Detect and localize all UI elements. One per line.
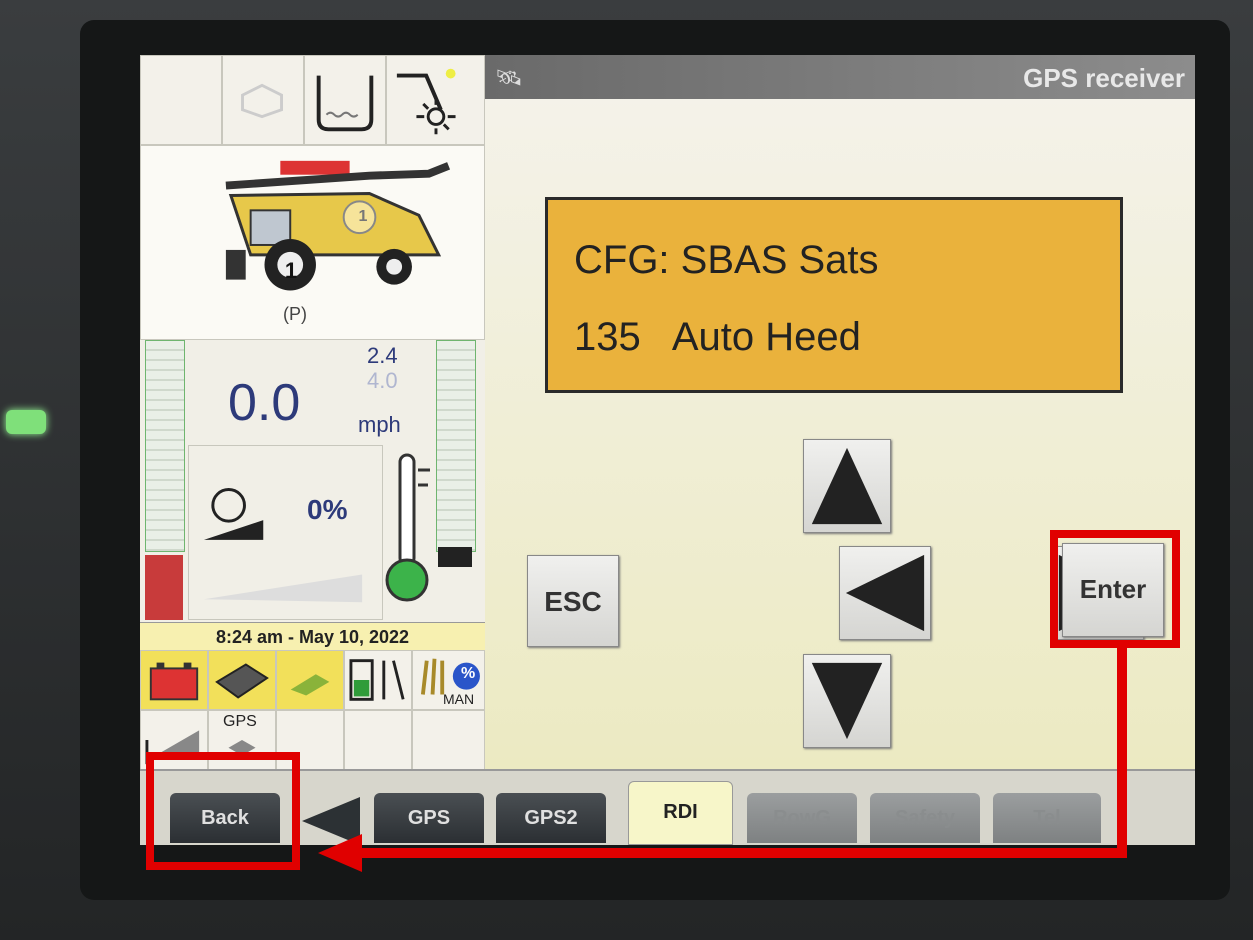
receiver-lcd-display: CFG: SBAS Sats 135 Auto Heed xyxy=(545,197,1123,393)
right-gauge-bar xyxy=(436,340,476,552)
work-lights-icon[interactable] xyxy=(386,55,485,145)
left-gauge-bar xyxy=(145,340,185,552)
tab-gps[interactable]: GPS xyxy=(374,793,484,843)
combine-status-cell[interactable]: 1 1 (P) xyxy=(140,145,485,340)
manual-book-icon[interactable] xyxy=(208,650,276,710)
left-arrow-button[interactable] xyxy=(839,546,931,640)
combine-number: 1 xyxy=(284,258,298,283)
oil-can-icon[interactable] xyxy=(276,650,344,710)
enter-highlight-box xyxy=(1050,530,1180,648)
esc-label: ESC xyxy=(544,586,602,617)
blank-cell xyxy=(140,55,222,145)
down-arrow-button[interactable] xyxy=(803,654,891,748)
tab-safety-label: Safety xyxy=(894,807,956,829)
percent-badge: % xyxy=(461,665,476,682)
tab-gps2[interactable]: GPS2 xyxy=(496,793,606,843)
speed-unit: mph xyxy=(358,412,401,437)
up-arrow-button[interactable] xyxy=(803,439,891,533)
tab-tel[interactable]: Tel xyxy=(993,793,1101,843)
page-title: GPS receiver xyxy=(1023,63,1185,93)
up-arrow-icon xyxy=(811,447,883,525)
speed-upper-value: 2.4 xyxy=(367,343,398,368)
tab-safety[interactable]: Safety xyxy=(870,793,980,843)
throttle-percent: 0% xyxy=(307,494,348,525)
park-indicator: (P) xyxy=(283,304,307,324)
tab-rowg[interactable]: RowG xyxy=(747,793,857,843)
display-screen: 1 1 (P) 0.0 2.4 4.0 mph 0% 8:24 am - May… xyxy=(140,55,1195,845)
date-time-display: 8:24 am - May 10, 2022 xyxy=(140,622,485,652)
lcd-line-2: 135 Auto Heed xyxy=(574,315,861,359)
ground-speed-value: 0.0 xyxy=(228,374,301,432)
grain-tank-icon[interactable] xyxy=(304,55,386,145)
empty-slot xyxy=(412,710,485,770)
dimmed-hopper-icon[interactable] xyxy=(222,55,304,145)
tab-gps2-label: GPS2 xyxy=(524,807,578,829)
moisture-manual-icon[interactable]: % MAN xyxy=(412,650,485,710)
combine-tank-number: 1 xyxy=(358,208,368,225)
satellite-icon: 🛰 xyxy=(495,65,523,90)
annotation-line-vertical xyxy=(1117,646,1127,858)
right-gauge-fill xyxy=(438,547,472,567)
speed-set-value: 4.0 xyxy=(367,368,398,393)
engine-icon xyxy=(203,488,363,603)
combine-harvester-icon xyxy=(225,160,451,291)
tab-rowg-label: RowG xyxy=(773,807,831,829)
esc-button[interactable]: ESC xyxy=(527,555,619,647)
tab-tel-label: Tel xyxy=(1033,807,1061,829)
tab-rdi[interactable]: RDI xyxy=(628,781,733,845)
fuel-level-icon[interactable] xyxy=(344,650,412,710)
fuel-pump-icon xyxy=(145,555,183,620)
back-highlight-box xyxy=(146,752,300,870)
tab-rdi-label: RDI xyxy=(663,801,698,823)
coolant-temp-icon xyxy=(385,453,430,602)
tab-gps-label: GPS xyxy=(407,807,451,829)
engine-load-cell[interactable]: 0% xyxy=(188,445,383,620)
power-led xyxy=(6,410,46,434)
lcd-line-1: CFG: SBAS Sats xyxy=(574,238,879,282)
left-status-panel: 1 1 (P) 0.0 2.4 4.0 mph 0% 8:24 am - May… xyxy=(140,55,487,785)
annotation-line-horizontal xyxy=(355,848,1127,858)
top-title-bar: 🛰 GPS receiver xyxy=(485,55,1195,99)
gps-receiver-content: CFG: SBAS Sats 135 Auto Heed ESC xyxy=(485,99,1195,769)
left-arrow-icon xyxy=(845,554,925,632)
battery-icon[interactable] xyxy=(140,650,208,710)
man-label: MAN xyxy=(443,691,475,707)
empty-slot xyxy=(344,710,412,770)
annotation-arrowhead-icon xyxy=(318,834,362,872)
down-arrow-icon xyxy=(811,662,883,740)
